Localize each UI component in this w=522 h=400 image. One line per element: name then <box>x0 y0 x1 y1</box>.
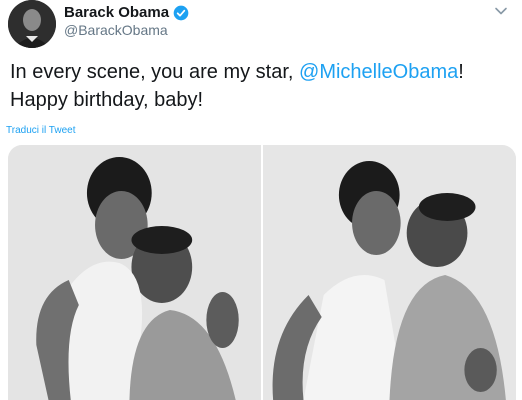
photo-1-image <box>8 145 261 400</box>
tweet-text-line2: Happy birthday, baby! <box>10 89 204 111</box>
mention-link[interactable]: @MichelleObama <box>299 61 458 83</box>
tweet-media <box>8 145 516 400</box>
verified-badge-icon <box>173 5 189 20</box>
author-avatar[interactable] <box>8 0 56 48</box>
tweet-text: In every scene, you are my star, @Michel… <box>10 58 510 114</box>
author-handle[interactable]: @BarackObama <box>64 22 168 38</box>
translate-tweet-link[interactable]: Traduci il Tweet <box>6 125 75 136</box>
photo-2-image <box>263 145 516 400</box>
avatar-image <box>8 0 56 48</box>
tweet-photo-1[interactable] <box>8 145 261 400</box>
tweet-text-end: ! <box>458 61 464 83</box>
tweet-photo-2[interactable] <box>263 145 516 400</box>
author-display-name[interactable]: Barack Obama <box>64 4 169 21</box>
tweet-text-part: In every scene, you are my star, <box>10 61 300 83</box>
author-name-row: Barack Obama <box>64 4 189 21</box>
chevron-down-icon[interactable] <box>494 4 508 18</box>
